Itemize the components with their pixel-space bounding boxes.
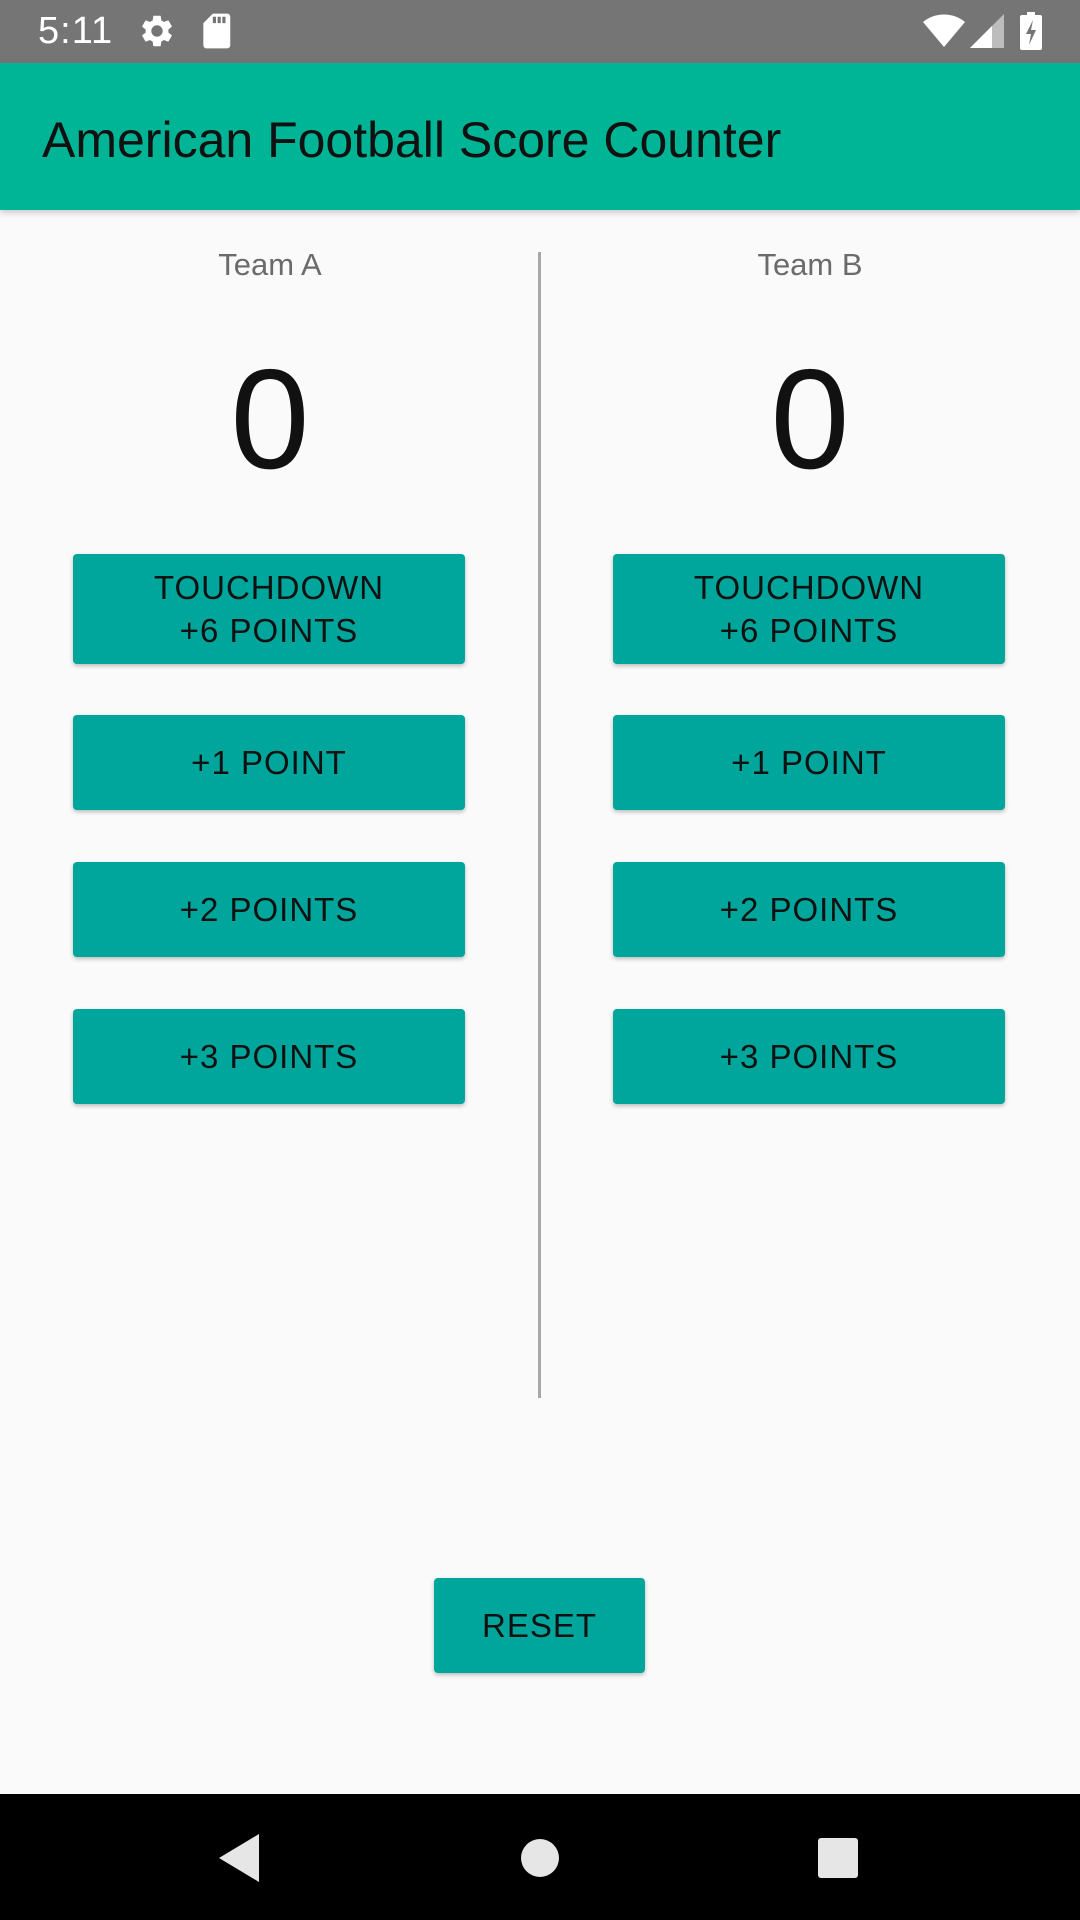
team-a-name: Team A <box>218 247 322 282</box>
team-b-name: Team B <box>757 247 863 282</box>
recents-icon[interactable] <box>808 1828 868 1888</box>
team-b-three-points-button[interactable]: +3 POINTS <box>613 1009 1005 1104</box>
battery-charging-icon <box>1020 12 1042 50</box>
team-b-touchdown-label-line1: TOUCHDOWN <box>693 569 925 606</box>
team-b-score: 0 <box>770 340 850 499</box>
reset-button[interactable]: RESET <box>434 1578 645 1673</box>
team-a-touchdown-label-line1: TOUCHDOWN <box>153 569 385 606</box>
app-title: American Football Score Counter <box>42 112 782 168</box>
sd-card-icon <box>200 12 232 50</box>
back-icon[interactable] <box>210 1828 270 1888</box>
screen: 5:11 American Football Score Counter Tea… <box>0 0 1080 1920</box>
team-b-two-points-button[interactable]: +2 POINTS <box>613 862 1005 957</box>
team-a-score: 0 <box>230 340 310 499</box>
team-b-touchdown-label-line2: +6 POINTS <box>719 612 899 649</box>
team-b-touchdown-button[interactable]: TOUCHDOWN +6 POINTS <box>613 554 1005 664</box>
gear-icon <box>138 12 176 50</box>
home-icon[interactable] <box>510 1828 570 1888</box>
status-time: 5:11 <box>38 10 114 52</box>
team-a-three-points-button[interactable]: +3 POINTS <box>73 1009 465 1104</box>
cell-signal-icon <box>970 14 1004 52</box>
app-bar: American Football Score Counter <box>0 63 1080 210</box>
wifi-icon <box>922 14 966 52</box>
team-a-touchdown-button[interactable]: TOUCHDOWN +6 POINTS <box>73 554 465 664</box>
team-a-two-points-button[interactable]: +2 POINTS <box>73 862 465 957</box>
team-a-one-point-button[interactable]: +1 POINT <box>73 715 465 810</box>
team-a-touchdown-label-line2: +6 POINTS <box>179 612 359 649</box>
navigation-bar <box>0 1794 1080 1920</box>
status-bar: 5:11 <box>0 0 1080 63</box>
team-b-one-point-button[interactable]: +1 POINT <box>613 715 1005 810</box>
